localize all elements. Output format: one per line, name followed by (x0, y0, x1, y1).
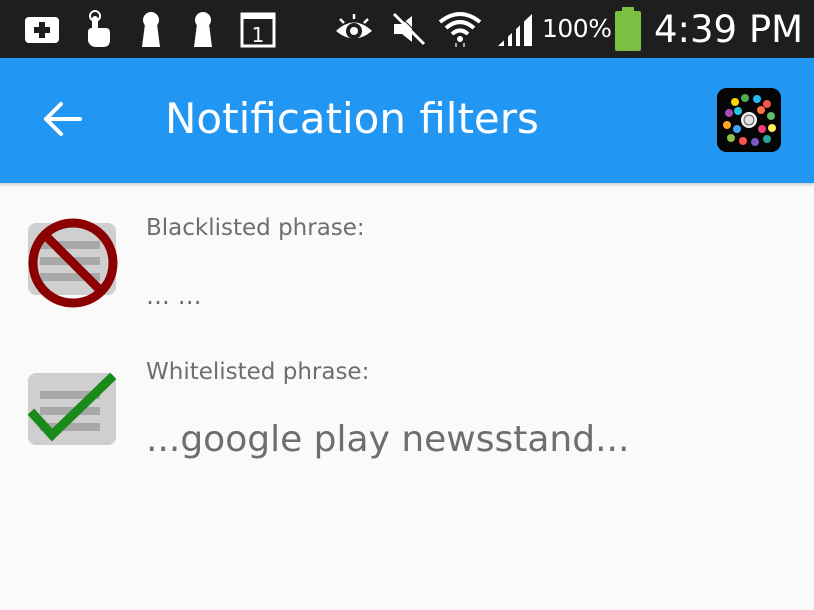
blacklist-phrase: ... ... (146, 281, 202, 310)
add-box-icon (25, 17, 59, 43)
signal-icon (498, 14, 532, 46)
allowed-notification-icon (27, 372, 117, 445)
touch-icon (88, 10, 110, 47)
blacklist-filter-item[interactable]: Blacklisted phrase: ... ... (0, 183, 814, 333)
keyhole-icon (194, 12, 212, 47)
battery-percentage: 100% (542, 14, 612, 43)
keyhole-icon (142, 12, 160, 47)
whitelist-label: Whitelisted phrase: (146, 359, 370, 385)
svg-text:1: 1 (252, 23, 265, 47)
page-title: Notification filters (165, 94, 539, 143)
app-logo-icon (717, 88, 781, 152)
battery-icon (615, 7, 641, 51)
status-bar: 1 100% 4:39 PM (0, 0, 814, 58)
blocked-notification-icon (28, 218, 118, 308)
blacklist-label: Blacklisted phrase: (146, 215, 365, 241)
app-bar: Notification filters (0, 58, 814, 183)
whitelist-phrase: ...google play newsstand... (146, 419, 630, 460)
calendar-1-icon: 1 (240, 12, 276, 48)
wifi-icon (438, 12, 482, 47)
whitelist-filter-item[interactable]: Whitelisted phrase: ...google play newss… (0, 333, 814, 483)
eye-icon (336, 14, 372, 39)
status-clock: 4:39 PM (654, 8, 804, 51)
app-icon-button[interactable] (717, 88, 781, 152)
mute-icon (392, 11, 426, 46)
back-button[interactable] (30, 86, 96, 152)
screen: 1 100% 4:39 PM Notification filters Blac… (0, 0, 814, 610)
arrow-back-icon (44, 102, 82, 136)
